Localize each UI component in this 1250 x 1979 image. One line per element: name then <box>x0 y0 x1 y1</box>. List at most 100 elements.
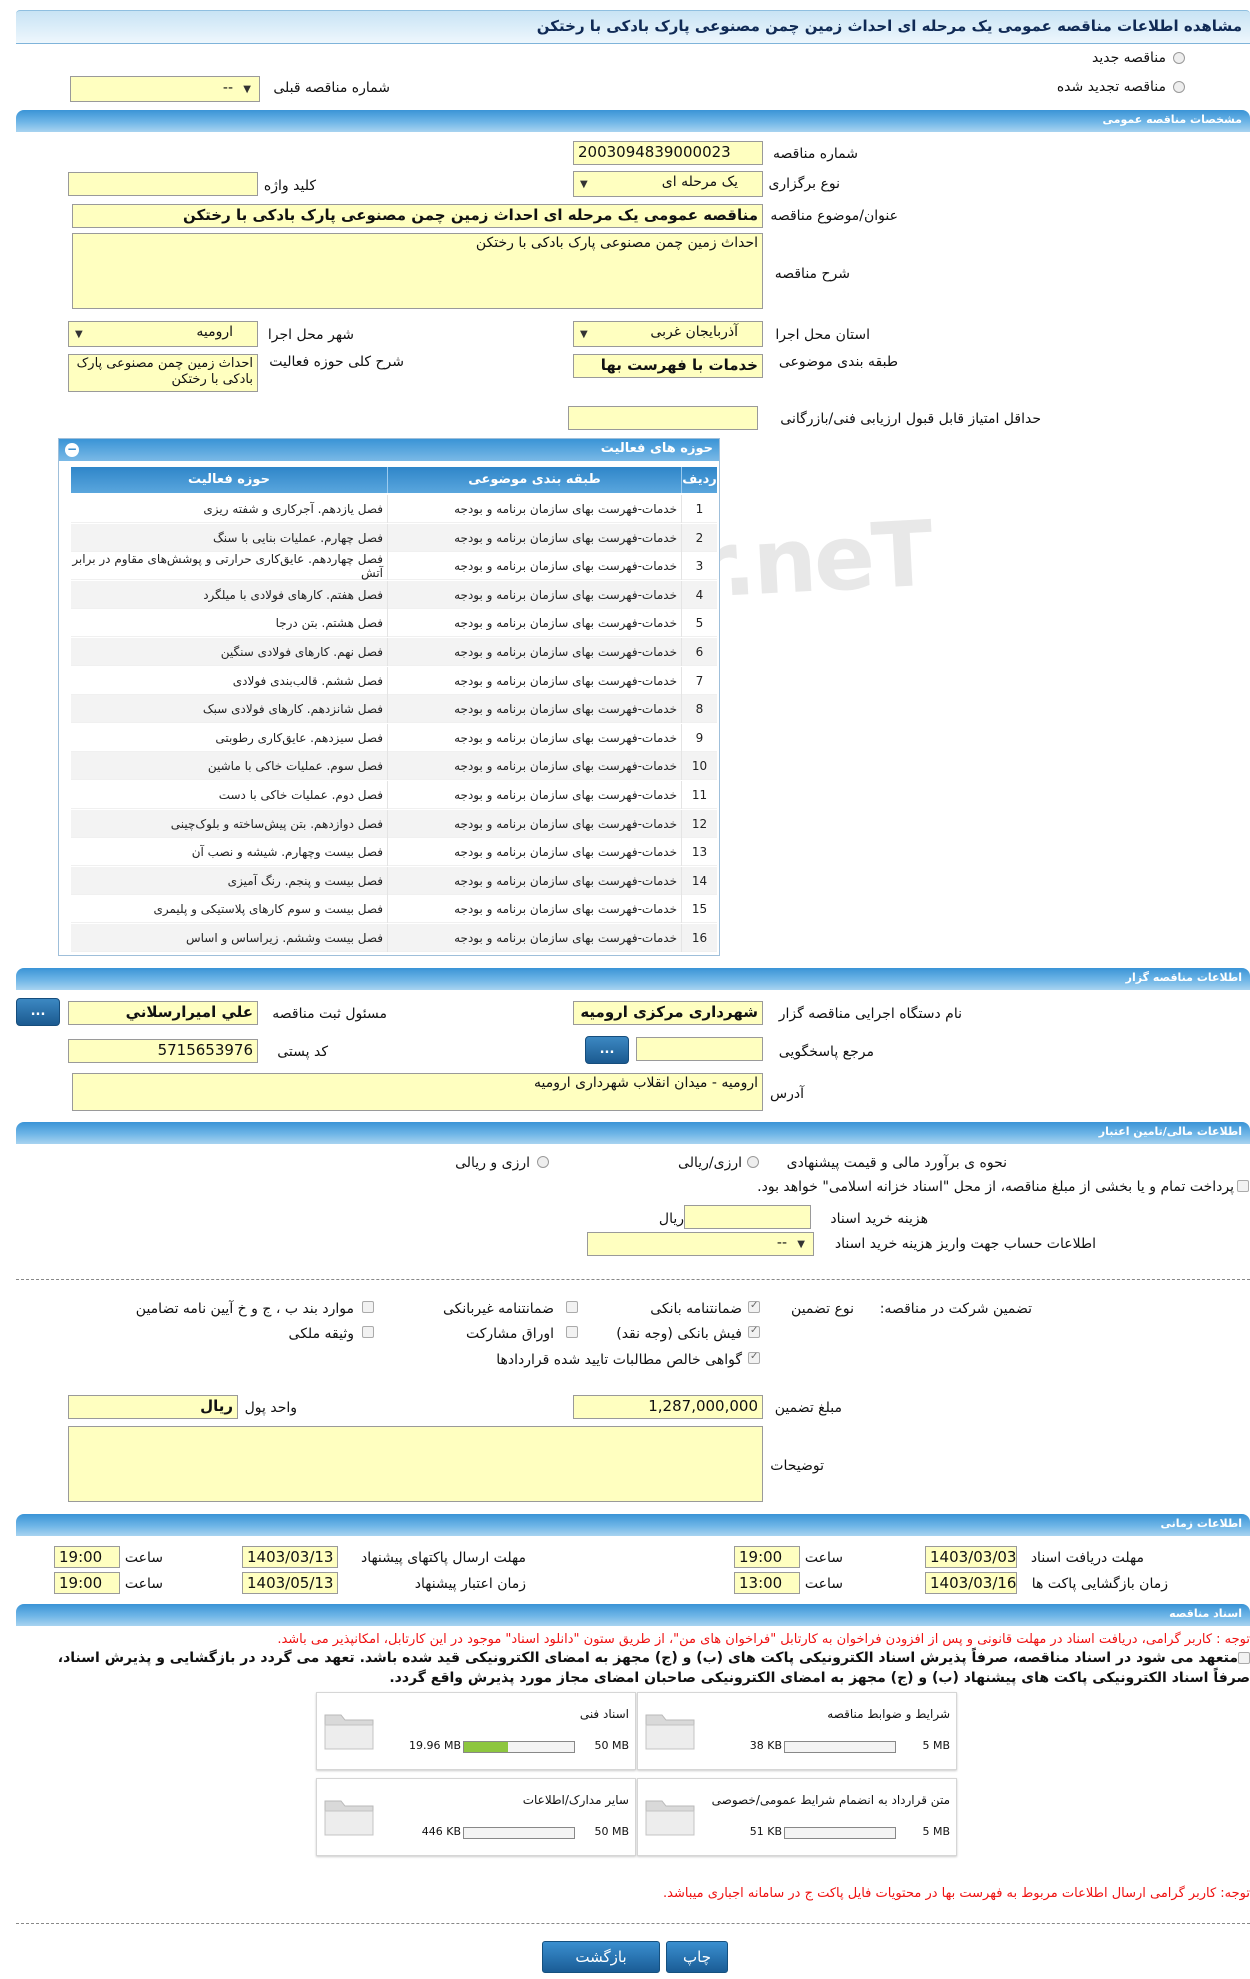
chevron-down-icon: ▼ <box>243 84 251 95</box>
document-size: 51 KB <box>749 1825 782 1838</box>
row-category: خدمات-فهرست بهای سازمان برنامه و بودجه <box>387 666 681 695</box>
row-category: خدمات-فهرست بهای سازمان برنامه و بودجه <box>387 895 681 924</box>
table-row: 6 خدمات-فهرست بهای سازمان برنامه و بودجه ف… <box>71 638 717 666</box>
row-category: خدمات-فهرست بهای سازمان برنامه و بودجه <box>387 638 681 666</box>
row-field: فصل سیزدهم. عایق‌کاری رطوبتی <box>215 730 383 745</box>
city-select[interactable]: ارومیه ▼ <box>68 321 258 347</box>
city-label: شهر محل اجرا <box>267 327 354 343</box>
account-select[interactable]: ▼ -- <box>587 1232 814 1256</box>
back-button[interactable]: بازگشت <box>542 1941 660 1973</box>
validity-date: 1403/05/13 <box>242 1572 338 1594</box>
currency-radio[interactable] <box>747 1156 759 1168</box>
table-row: 7 خدمات-فهرست بهای سازمان برنامه و بودجه ف… <box>71 666 717 695</box>
time-label: ساعت <box>804 1576 843 1592</box>
province-select[interactable]: آذربایجان غربی ▼ <box>573 321 763 347</box>
table-row: 13 خدمات-فهرست بهای سازمان برنامه و بودجه… <box>71 838 717 867</box>
row-field: فصل دوازدهم. بتن پیش‌ساخته و بلوک‌چینی <box>170 816 383 831</box>
row-category: خدمات-فهرست بهای سازمان برنامه و بودجه <box>387 580 681 609</box>
document-file-card[interactable]: اسناد فنی 50 MB 19.96 MB <box>316 1692 636 1770</box>
chevron-down-icon: ▼ <box>580 329 588 340</box>
notes-label: توضیحات <box>770 1458 824 1474</box>
currency-rial-radio[interactable] <box>537 1156 549 1168</box>
keyword-field[interactable] <box>68 172 258 196</box>
bank-guarantee-checkbox[interactable] <box>748 1300 760 1313</box>
row-number: 13 <box>681 838 717 867</box>
validity-time: 19:00 <box>54 1572 120 1594</box>
table-row: 3 خدمات-فهرست بهای سازمان برنامه و بودجه ف… <box>71 552 717 581</box>
activity-grid-columns: ردیف طبقه بندی موضوعی حوزه فعالیت <box>71 467 717 493</box>
registrar-field: علي اميرارسلاني <box>68 1001 258 1025</box>
claims-cert-checkbox[interactable] <box>748 1351 760 1364</box>
table-row: 10 خدمات-فهرست بهای سازمان برنامه و بودجه… <box>71 752 717 781</box>
document-size: 38 KB <box>749 1739 782 1752</box>
commit-checkbox[interactable] <box>1238 1652 1250 1664</box>
document-file-card[interactable]: متن قرارداد به انضمام شرایط عمومی/خصوصی 5… <box>637 1778 957 1856</box>
prev-number-select[interactable]: ▼ -- <box>70 76 260 102</box>
row-number: 3 <box>681 552 717 581</box>
type-select[interactable]: یک مرحله ای ▼ <box>573 171 763 197</box>
bonds-checkbox[interactable] <box>566 1326 578 1338</box>
table-row: 14 خدمات-فهرست بهای سازمان برنامه و بودجه… <box>71 866 717 895</box>
time-label: ساعت <box>124 1550 163 1566</box>
clauses-label: موارد بند ب ، ج و خ آیین نامه تضامین <box>135 1301 354 1317</box>
address-field: ارومیه - میدان انقلاب شهرداری ارومیه <box>72 1073 763 1111</box>
treasury-checkbox[interactable] <box>1237 1180 1249 1192</box>
registrar-lookup-button[interactable]: ... <box>16 998 60 1026</box>
row-number: 9 <box>681 723 717 752</box>
row-category: خدمات-فهرست بهای سازمان برنامه و بودجه <box>387 495 681 523</box>
row-number: 8 <box>681 695 717 724</box>
tender-number-field: 2003094839000023 <box>573 141 763 165</box>
bank-guarantee-label: ضمانتنامه بانکی <box>650 1301 742 1317</box>
doc-cost-label: هزینه خرید اسناد <box>830 1211 928 1227</box>
row-number: 7 <box>681 666 717 695</box>
open-date: 1403/03/16 <box>925 1572 1017 1594</box>
ref-label: مرجع پاسخگویی <box>778 1044 874 1060</box>
keyword-label: کلید واژه <box>263 178 316 194</box>
clauses-checkbox[interactable] <box>362 1301 374 1313</box>
commit-line-1: متعهد می شود در اسناد مناقصه، صرفاً پذیر… <box>57 1650 1238 1666</box>
commit-line-2: صرفاً اسناد الکترونیکی پاکت های پیشنهاد … <box>389 1670 1250 1686</box>
postal-field: 5715653976 <box>68 1039 258 1063</box>
activity-label: شرح کلی حوزه فعالیت <box>269 354 404 370</box>
desc-label: شرح مناقصه <box>774 266 850 282</box>
new-tender-radio[interactable] <box>1173 52 1185 64</box>
row-category: خدمات-فهرست بهای سازمان برنامه و بودجه <box>387 866 681 895</box>
row-field: فصل دوم. عملیات خاکی با دست <box>218 788 383 802</box>
property-pledge-label: وثیقه ملکی <box>288 1326 354 1342</box>
col-field: حوزه فعالیت <box>188 472 270 487</box>
documents-section-header: اسناد مناقصه <box>16 1604 1250 1626</box>
row-field: فصل بیست وششم. زیراساس و اساس <box>185 931 383 945</box>
document-file-card[interactable]: سایر مدارک/اطلاعات 50 MB 446 KB <box>316 1778 636 1856</box>
activity-grid-header: حوزه های فعالیت − <box>59 439 719 461</box>
property-pledge-checkbox[interactable] <box>362 1326 374 1338</box>
bank-receipt-checkbox[interactable] <box>748 1325 760 1338</box>
row-number: 11 <box>681 781 717 809</box>
table-row: 11 خدمات-فهرست بهای سازمان برنامه و بودجه… <box>71 781 717 809</box>
print-button[interactable]: چاپ <box>666 1941 728 1973</box>
subject-field: مناقصه عمومی یک مرحله ای احداث زمین چمن … <box>72 204 763 228</box>
row-number: 6 <box>681 638 717 666</box>
collapse-icon[interactable]: − <box>65 443 79 457</box>
activity-grid-body: 1 خدمات-فهرست بهای سازمان برنامه و بودجه ف… <box>59 495 719 955</box>
document-file-card[interactable]: شرایط و ضوابط مناقصه 5 MB 38 KB <box>637 1692 957 1770</box>
row-field: فصل چهارم. عملیات بنایی با سنگ <box>213 530 383 545</box>
renewed-tender-label: مناقصه تجدید شده <box>1056 79 1166 95</box>
renewed-tender-radio[interactable] <box>1173 81 1185 93</box>
document-name: اسناد فنی <box>579 1707 629 1721</box>
notes-field <box>68 1426 763 1502</box>
document-max: 5 MB <box>922 1739 950 1752</box>
row-number: 1 <box>681 495 717 523</box>
currency-field: ریال <box>68 1395 238 1419</box>
document-size: 19.96 MB <box>408 1739 461 1752</box>
table-row: 12 خدمات-فهرست بهای سازمان برنامه و بودجه… <box>71 809 717 838</box>
claims-cert-label: گواهی خالص مطالبات تایید شده قراردادها <box>496 1352 742 1368</box>
min-score-label: حداقل امتیاز قابل قبول ارزیابی فنی/بازرگ… <box>780 411 1041 427</box>
chevron-down-icon: ▼ <box>580 179 588 190</box>
table-row: 8 خدمات-فهرست بهای سازمان برنامه و بودجه ف… <box>71 695 717 724</box>
time-label: ساعت <box>124 1576 163 1592</box>
ref-lookup-button[interactable]: ... <box>585 1036 629 1064</box>
time-label: ساعت <box>804 1550 843 1566</box>
amount-label: مبلغ تضمین <box>774 1400 842 1416</box>
non-bank-guarantee-checkbox[interactable] <box>566 1301 578 1313</box>
row-category: خدمات-فهرست بهای سازمان برنامه و بودجه <box>387 924 681 952</box>
